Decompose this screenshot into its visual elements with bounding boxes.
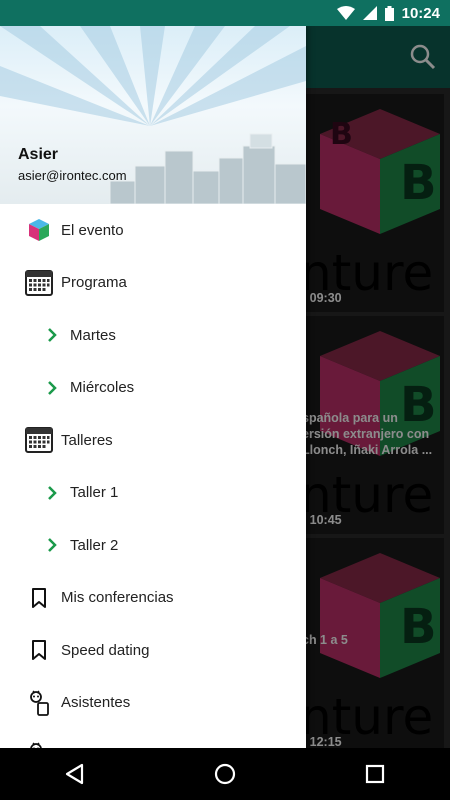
home-icon[interactable] xyxy=(195,748,255,800)
svg-text:B: B xyxy=(400,155,437,211)
session-card[interactable]: B nture ch 1 a 5 - 12:15 xyxy=(300,538,444,756)
session-title-line: spañola para un xyxy=(302,411,398,425)
menu-item-label: Programa xyxy=(61,274,127,292)
chevron-right-icon xyxy=(44,530,60,560)
svg-text:B: B xyxy=(330,117,353,152)
chevron-right-icon xyxy=(44,373,60,403)
wifi-icon xyxy=(336,6,355,20)
navigation-drawer: Asier asier@irontec.com El evento Progra… xyxy=(0,26,306,748)
session-title-line: ch 1 a 5 xyxy=(302,633,348,647)
menu-item-programa[interactable]: Programa xyxy=(0,257,306,310)
menu-item-asistentes[interactable]: Asistentes xyxy=(0,677,306,730)
chevron-right-icon xyxy=(44,478,60,508)
search-icon[interactable] xyxy=(410,44,436,75)
calendar-icon xyxy=(24,268,54,298)
bookmark-icon xyxy=(24,583,54,613)
menu-item-el-evento[interactable]: El evento xyxy=(0,204,306,257)
session-card[interactable]: B nture spañola para un ersión extranjer… xyxy=(300,316,444,534)
menu-item-label: Asistentes xyxy=(61,694,131,712)
session-card[interactable]: BB nture - 09:30 xyxy=(300,94,444,312)
menu-item-taller-1[interactable]: Taller 1 xyxy=(0,467,306,520)
cube-logo-icon: BB xyxy=(320,109,440,234)
system-nav-bar xyxy=(0,748,450,800)
menu-item-label: Martes xyxy=(70,326,116,344)
drawer-header: Asier asier@irontec.com xyxy=(0,26,306,204)
menu-item-mis-conferencias[interactable]: Mis conferencias xyxy=(0,572,306,625)
menu-item-label: Taller 1 xyxy=(70,484,119,502)
menu-item-talleres[interactable]: Talleres xyxy=(0,414,306,467)
chevron-right-icon xyxy=(44,320,60,350)
bookmark-icon xyxy=(24,635,54,665)
menu-item-label: Taller 2 xyxy=(70,536,119,554)
menu-item-label: Miércoles xyxy=(70,379,135,397)
status-time: 10:24 xyxy=(401,4,440,22)
menu-item-label: El evento xyxy=(61,221,124,239)
svg-text:B: B xyxy=(400,377,437,433)
back-icon[interactable] xyxy=(45,748,105,800)
drawer-menu: El evento Programa Martes Miércoles Tall… xyxy=(0,204,306,748)
signal-icon xyxy=(362,6,377,20)
menu-item-partial[interactable] xyxy=(0,729,306,748)
session-title-line: ersión extranjero con xyxy=(302,427,430,441)
status-bar: 10:24 xyxy=(0,0,450,26)
recents-icon[interactable] xyxy=(345,748,405,800)
menu-item-martes[interactable]: Martes xyxy=(0,309,306,362)
cube-logo-icon: B xyxy=(320,553,440,678)
attendees-icon xyxy=(24,740,54,748)
attendees-icon xyxy=(24,688,54,718)
session-time: - 10:45 xyxy=(302,513,342,527)
user-name: Asier xyxy=(18,146,59,163)
svg-text:B: B xyxy=(400,599,437,655)
menu-item-speed-dating[interactable]: Speed dating xyxy=(0,624,306,677)
menu-item-taller-2[interactable]: Taller 2 xyxy=(0,519,306,572)
menu-item-label: Mis conferencias xyxy=(61,589,174,607)
battery-icon xyxy=(384,5,394,21)
user-email: asier@irontec.com xyxy=(18,168,127,183)
menu-item-label: Speed dating xyxy=(61,641,150,659)
session-time: - 09:30 xyxy=(302,291,342,305)
menu-item-miercoles[interactable]: Miércoles xyxy=(0,362,306,415)
session-title-line: Llonch, Iñaki Arrola ... xyxy=(302,443,433,457)
menu-item-label: Talleres xyxy=(61,431,113,449)
cube-logo-icon xyxy=(24,215,54,245)
calendar-icon xyxy=(24,425,54,455)
